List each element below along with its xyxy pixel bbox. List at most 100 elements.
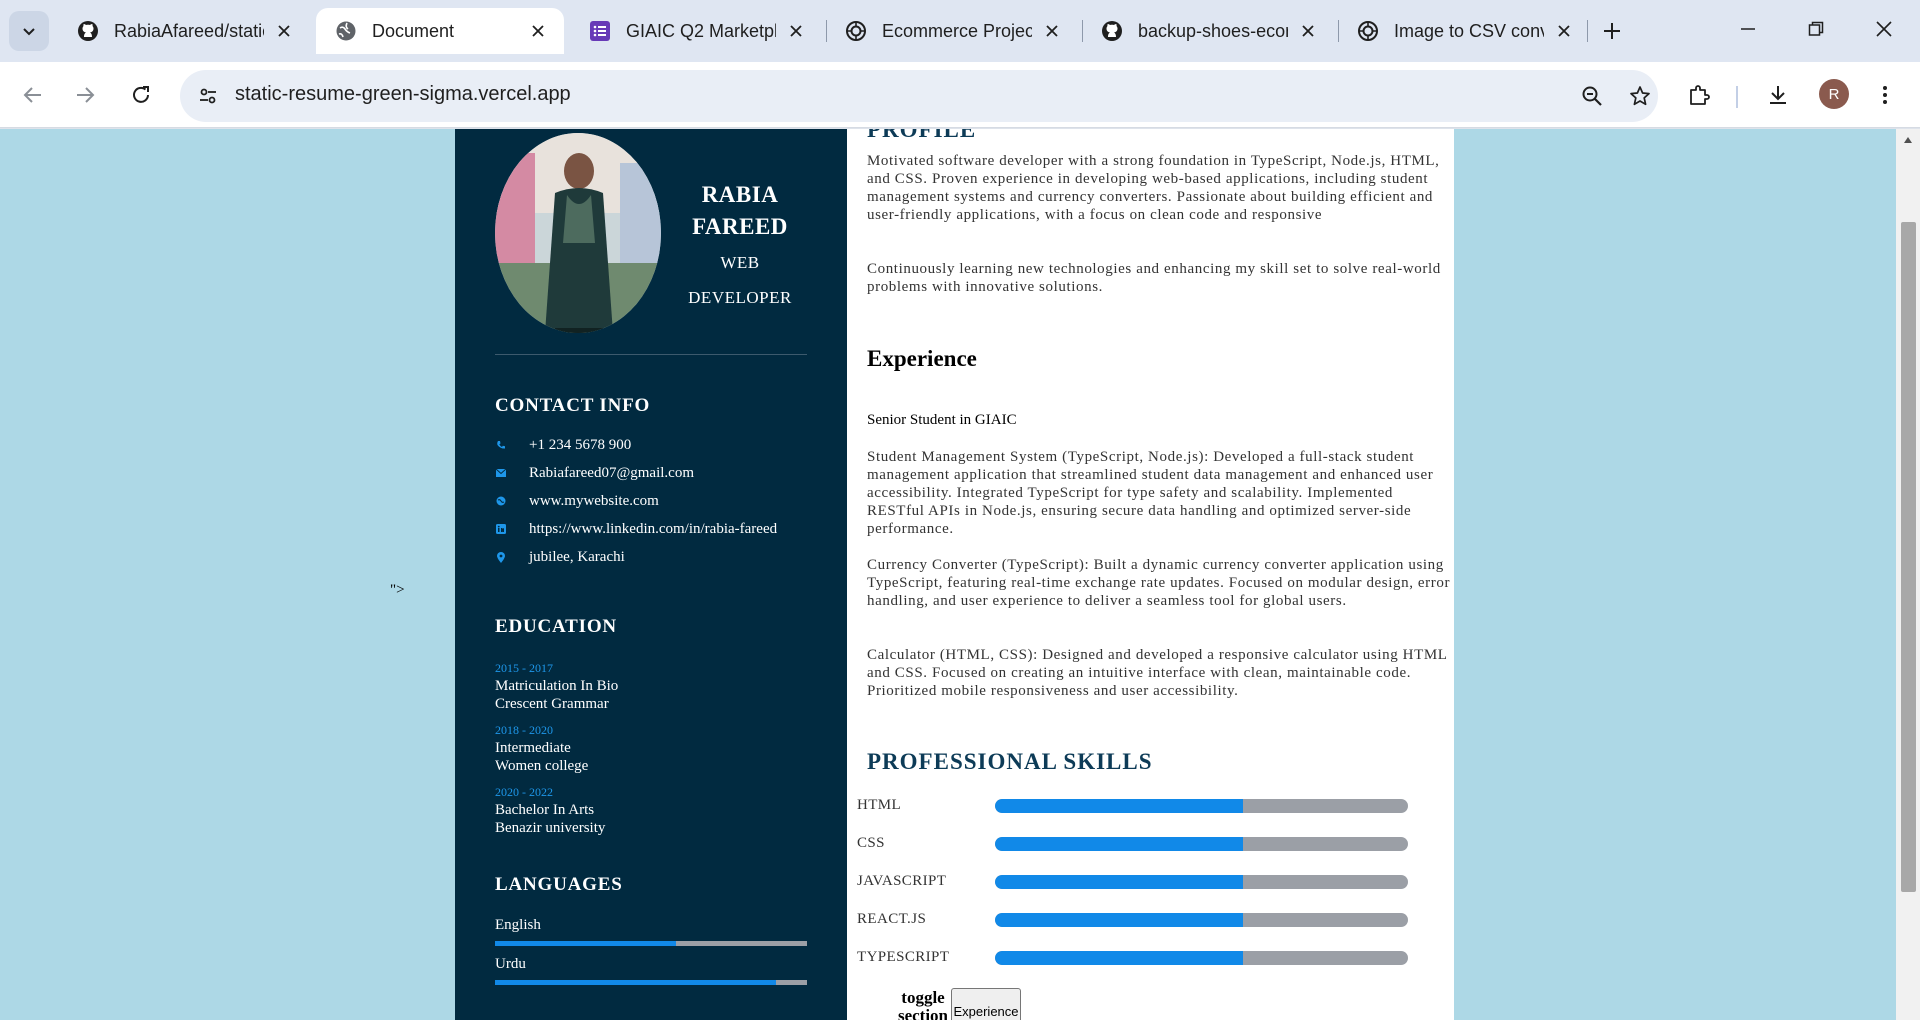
globe-icon [495, 495, 507, 507]
close-icon[interactable] [1040, 19, 1064, 43]
phone-icon [495, 439, 507, 451]
contact-email: Rabiafareed07@gmail.com [495, 463, 694, 483]
forward-button[interactable] [64, 74, 106, 116]
extensions-button[interactable] [1678, 74, 1720, 116]
triangle-up-icon [1904, 137, 1912, 143]
scrollbar-thumb[interactable] [1901, 222, 1916, 892]
tab-title: backup-shoes-ecommerce [1138, 20, 1288, 41]
profile-paragraph: Motivated software developer with a stro… [867, 153, 1440, 223]
skill-bar [995, 951, 1408, 965]
languages-heading: LANGUAGES [495, 874, 623, 895]
zoom-out-icon [1582, 86, 1602, 106]
skill-bar-fill [995, 913, 1243, 927]
page-scrollbar[interactable] [1896, 129, 1920, 1020]
profile-heading: PROFILE [867, 129, 977, 142]
download-icon [1770, 86, 1786, 104]
chevron-down-icon [23, 28, 35, 36]
tab-title: GIAIC Q2 Marketplace [626, 20, 776, 41]
tab-title: Ecommerce Project [882, 20, 1032, 41]
tab-strip: RabiaAfareed/static-resume Document GIAI… [0, 0, 1920, 62]
contact-text: jubilee, Karachi [529, 548, 625, 565]
linkedin-icon [495, 523, 507, 535]
contact-phone: +1 234 5678 900 [495, 435, 631, 455]
reload-button[interactable] [120, 74, 162, 116]
close-icon[interactable] [526, 19, 550, 43]
forms-icon [588, 19, 612, 43]
education-years: 2015 - 2017 [495, 661, 553, 675]
toolbar-divider [1736, 86, 1738, 108]
resume-name: RABIA FAREED [692, 182, 788, 239]
bookmark-button[interactable] [1620, 76, 1660, 116]
back-button[interactable] [12, 74, 54, 116]
scroll-up-arrow[interactable] [1896, 129, 1920, 151]
skill-bar [995, 799, 1408, 813]
skill-label: CSS [857, 835, 885, 851]
tab-ecommerce-project[interactable]: Ecommerce Project [826, 8, 1078, 54]
chatgpt-icon [844, 19, 868, 43]
tab-document[interactable]: Document [316, 8, 564, 54]
contact-linkedin: https://www.linkedin.com/in/rabia-fareed [495, 519, 777, 539]
tab-backup-shoes[interactable]: backup-shoes-ecommerce [1082, 8, 1334, 54]
contact-location: jubilee, Karachi [495, 547, 625, 567]
url-text[interactable]: static-resume-green-sigma.vercel.app [235, 83, 571, 106]
menu-button[interactable] [1864, 74, 1906, 116]
close-icon[interactable] [272, 19, 296, 43]
tab-giaic-marketplace[interactable]: GIAIC Q2 Marketplace [570, 8, 822, 54]
education-item: 2015 - 2017 Matriculation In Bio Crescen… [495, 659, 618, 713]
profile-photo [495, 133, 661, 333]
skill-bar-fill [995, 951, 1243, 965]
close-icon[interactable] [784, 19, 808, 43]
toggle-section-label: toggle section [897, 988, 949, 1020]
contact-heading: CONTACT INFO [495, 395, 651, 416]
education-degree: Intermediate [495, 740, 571, 756]
zoom-button[interactable] [1572, 76, 1612, 116]
tab-search-button[interactable] [9, 11, 49, 51]
close-window-button[interactable] [1850, 0, 1918, 58]
resume-title: WEB DEVELOPER [688, 253, 792, 307]
contact-text[interactable]: www.mywebsite.com [529, 493, 659, 510]
experience-heading: Experience [867, 346, 977, 371]
close-icon[interactable] [1296, 19, 1320, 43]
skill-label: REACT.JS [857, 911, 927, 927]
puzzle-icon [1690, 85, 1710, 105]
tab-separator [1587, 20, 1588, 42]
globe-icon [334, 19, 358, 43]
minimize-button[interactable] [1714, 0, 1782, 58]
skill-bar-fill [995, 837, 1243, 851]
stray-text: "> [390, 582, 405, 598]
experience-paragraph: Student Management System (TypeScript, N… [867, 449, 1434, 537]
education-school: Crescent Grammar [495, 696, 609, 712]
close-icon[interactable] [1552, 19, 1576, 43]
new-tab-button[interactable] [1592, 12, 1632, 50]
education-heading: EDUCATION [495, 616, 617, 637]
sidebar-divider [495, 354, 807, 355]
plus-icon [1604, 23, 1620, 39]
site-info-button[interactable] [188, 76, 228, 116]
education-years: 2020 - 2022 [495, 785, 553, 799]
restore-button[interactable] [1782, 0, 1850, 58]
toggle-experience-button[interactable]: Experience [951, 988, 1021, 1020]
education-item: 2020 - 2022 Bachelor In Arts Benazir uni… [495, 783, 605, 837]
profile-avatar[interactable]: R [1819, 79, 1849, 109]
language-bar-fill [495, 941, 676, 946]
address-bar[interactable]: static-resume-green-sigma.vercel.app [180, 70, 1658, 122]
restore-icon [1808, 21, 1824, 36]
star-icon [1630, 86, 1650, 106]
tab-title: Image to CSV converter [1394, 20, 1544, 41]
github-icon [1100, 19, 1124, 43]
contact-text[interactable]: Rabiafareed07@gmail.com [529, 465, 694, 482]
close-icon [1876, 21, 1892, 37]
education-degree: Matriculation In Bio [495, 678, 619, 694]
tab-title: Document [372, 20, 455, 41]
education-school: Women college [495, 758, 589, 774]
tab-github-static[interactable]: RabiaAfareed/static-resume [58, 8, 310, 54]
chatgpt-icon [1356, 19, 1380, 43]
language-label: Urdu [495, 956, 526, 972]
contact-text[interactable]: https://www.linkedin.com/in/rabia-fareed [529, 521, 777, 538]
tab-title: RabiaAfareed/static-resume [114, 20, 264, 41]
skill-bar-fill [995, 799, 1243, 813]
downloads-button[interactable] [1757, 74, 1799, 116]
tab-image-to-csv[interactable]: Image to CSV converter [1338, 8, 1590, 54]
arrow-right-icon [77, 87, 95, 103]
skills-heading: PROFESSIONAL SKILLS [867, 749, 1153, 774]
